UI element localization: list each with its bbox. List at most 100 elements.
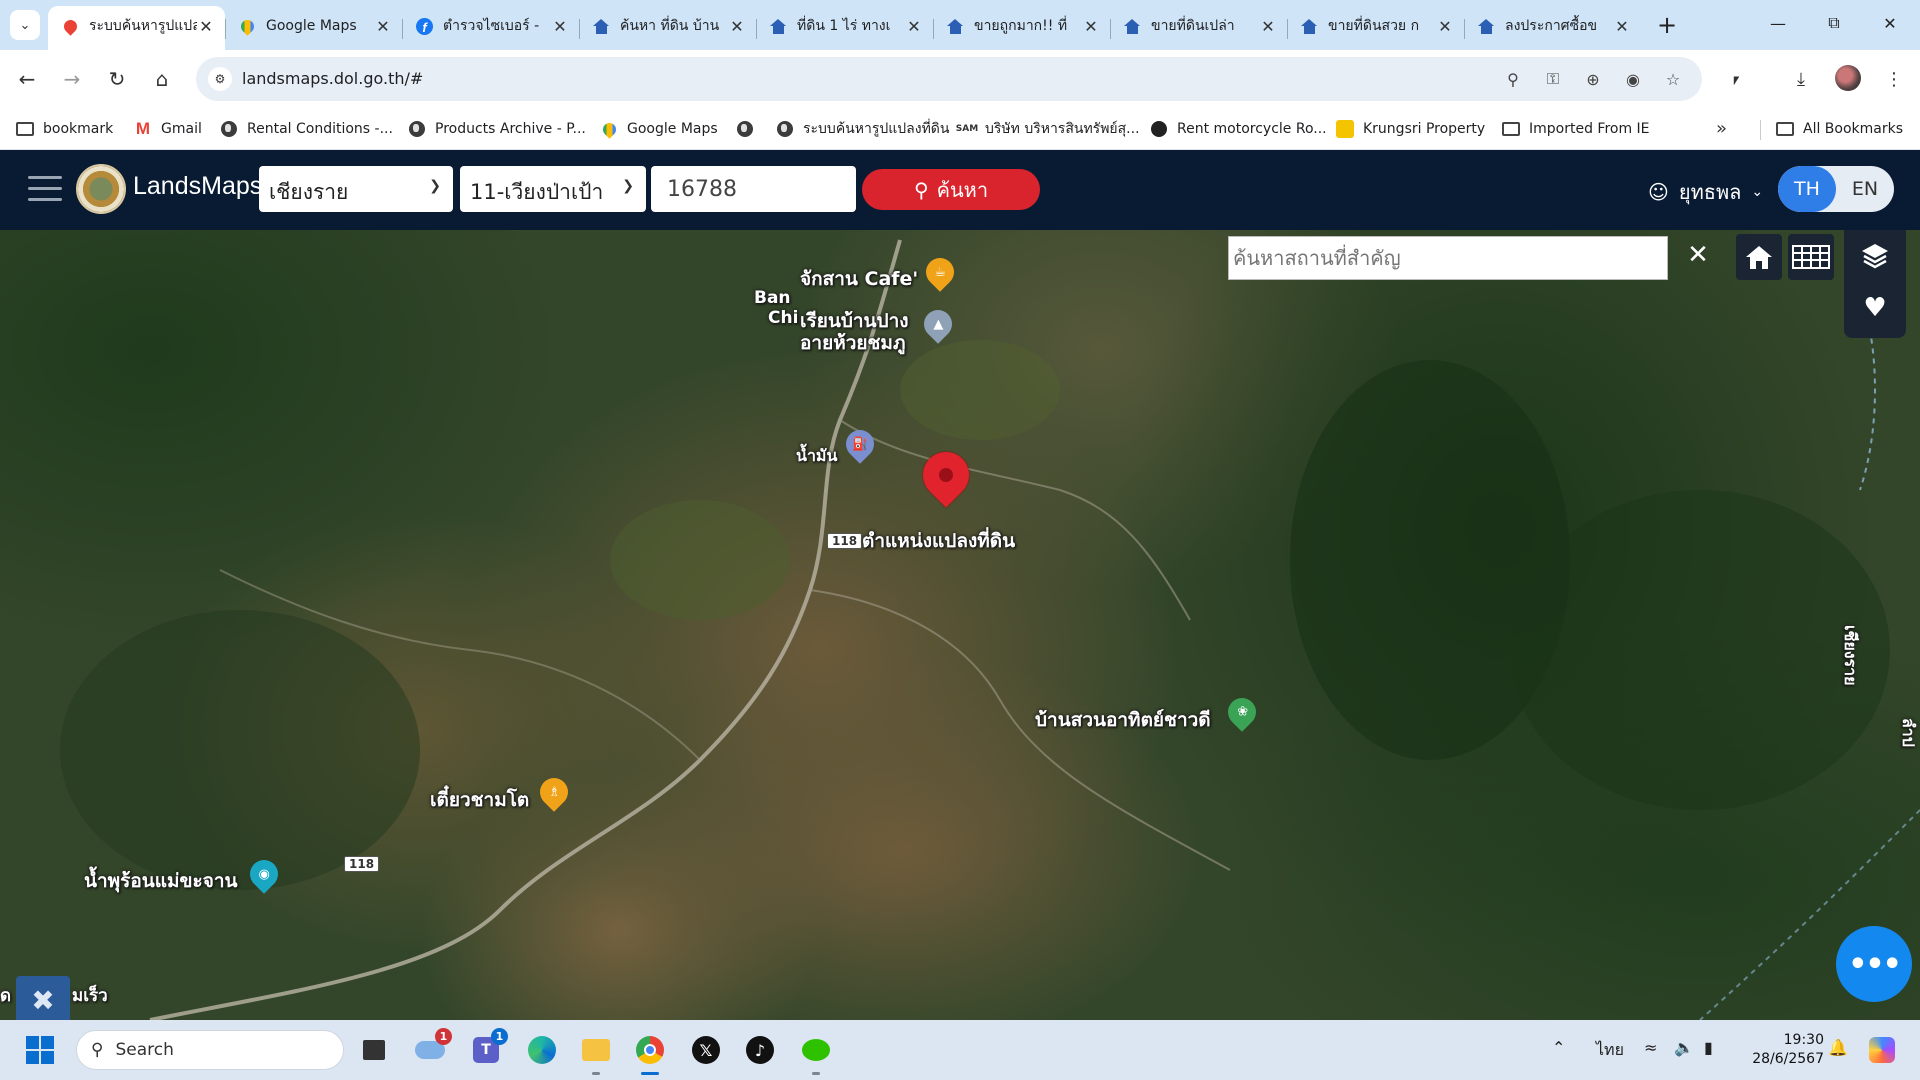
user-menu[interactable]: ☺ ยุทธพล ⌄ bbox=[1648, 176, 1763, 208]
language-toggle: TH EN bbox=[1778, 166, 1894, 212]
layers-icon[interactable] bbox=[1859, 240, 1891, 272]
eye-off-icon[interactable]: ◉ bbox=[1622, 68, 1644, 90]
windows-start-icon[interactable] bbox=[20, 1030, 60, 1070]
site-info-icon[interactable]: ⚙ bbox=[208, 67, 232, 91]
reload-button[interactable]: ↻ bbox=[100, 62, 134, 96]
globe-icon bbox=[408, 120, 426, 138]
url-text[interactable]: landsmaps.dol.go.th/# bbox=[242, 69, 423, 88]
password-key-icon[interactable]: ⚿ bbox=[1542, 68, 1564, 90]
house-icon bbox=[947, 18, 964, 35]
close-icon[interactable]: ✕ bbox=[1259, 17, 1277, 36]
bookmark-imported[interactable]: Imported From IE bbox=[1502, 116, 1650, 142]
bookmark-google-maps[interactable]: Google Maps bbox=[599, 116, 718, 142]
parcel-number-input[interactable] bbox=[651, 166, 856, 212]
lang-en-button[interactable]: EN bbox=[1836, 166, 1894, 212]
home-button[interactable]: ⌂ bbox=[145, 62, 179, 96]
weather-icon[interactable]: 1 bbox=[410, 1028, 452, 1070]
copilot-icon[interactable] bbox=[1862, 1030, 1902, 1070]
star-bookmark-icon[interactable]: ☆ bbox=[1662, 68, 1684, 90]
wifi-icon[interactable]: ≈ bbox=[1644, 1038, 1657, 1057]
chat-more-button[interactable]: ••• bbox=[1836, 926, 1912, 1002]
x-twitter-icon[interactable]: 𝕏 bbox=[686, 1030, 726, 1070]
minimize-button[interactable]: — bbox=[1750, 0, 1806, 46]
search-icon: ⚲ bbox=[913, 177, 929, 202]
clear-search-icon[interactable]: ✕ bbox=[1683, 240, 1713, 270]
download-icon[interactable]: ⤓ bbox=[1785, 63, 1817, 95]
search-button[interactable]: ⚲ ค้นหา bbox=[862, 169, 1040, 210]
close-icon[interactable]: ✕ bbox=[551, 17, 569, 36]
profile-avatar[interactable] bbox=[1835, 65, 1861, 91]
lang-th-button[interactable]: TH bbox=[1778, 166, 1836, 212]
tiktok-icon[interactable]: ♪ bbox=[740, 1030, 780, 1070]
address-bar[interactable]: ⚙ landsmaps.dol.go.th/# ⚲ ⚿ ⊕ ◉ ☆ bbox=[196, 57, 1702, 101]
map-label-cafe: จักสาน Cafe' bbox=[800, 268, 919, 290]
edge-icon[interactable] bbox=[522, 1030, 562, 1070]
bookmark-krungsri[interactable]: Krungsri Property bbox=[1336, 116, 1485, 142]
tab-property-2[interactable]: ที่ดิน 1 ไร่ ทางเ ✕ bbox=[756, 6, 933, 50]
restore-button[interactable]: ⧉ bbox=[1806, 0, 1862, 46]
taskbar-search[interactable]: ⚲ Search bbox=[76, 1030, 344, 1070]
chrome-icon[interactable] bbox=[630, 1030, 670, 1075]
task-view-icon[interactable] bbox=[354, 1030, 394, 1070]
bookmark-globe[interactable] bbox=[736, 116, 763, 142]
system-clock[interactable]: 19:30 28/6/2567 bbox=[1736, 1031, 1824, 1069]
close-icon[interactable]: ✕ bbox=[1082, 17, 1100, 36]
more-bookmarks-icon[interactable]: » bbox=[1716, 118, 1727, 139]
home-icon[interactable] bbox=[1736, 234, 1782, 280]
close-icon[interactable]: ✕ bbox=[1613, 17, 1631, 36]
folder-icon bbox=[1776, 120, 1794, 138]
tab-search-dropdown-icon[interactable]: ⌄ bbox=[10, 10, 40, 40]
tray-chevron-up-icon[interactable]: ⌃ bbox=[1552, 1038, 1565, 1057]
tab-landsmaps[interactable]: ระบบค้นหารูปแปลงที่ดิน ✕ bbox=[48, 6, 225, 50]
battery-icon[interactable]: ▮ bbox=[1704, 1038, 1713, 1057]
close-icon[interactable]: ✕ bbox=[1436, 17, 1454, 36]
tab-facebook[interactable]: f ตำรวจไซเบอร์ - ✕ bbox=[402, 6, 579, 50]
forward-button[interactable]: → bbox=[55, 62, 89, 96]
volume-icon[interactable]: 🔈 bbox=[1674, 1038, 1694, 1057]
tab-property-1[interactable]: ค้นหา ที่ดิน บ้าน ✕ bbox=[579, 6, 756, 50]
notification-bell-icon[interactable]: 🔔 bbox=[1828, 1038, 1848, 1057]
close-icon[interactable]: ✕ bbox=[905, 17, 923, 36]
tab-property-3[interactable]: ขายถูกมาก!! ที่ ✕ bbox=[933, 6, 1110, 50]
grid-icon[interactable] bbox=[1788, 234, 1834, 280]
tab-property-5[interactable]: ขายที่ดินสวย ก ✕ bbox=[1287, 6, 1464, 50]
close-icon[interactable]: ✕ bbox=[197, 17, 215, 36]
district-select[interactable]: 11-เวียงป่าเป้า ❯ bbox=[460, 166, 646, 212]
place-search-input[interactable] bbox=[1228, 236, 1668, 280]
bookmark-sam[interactable]: SAM บริษัท บริหารสินทรัพย์สุ... bbox=[956, 116, 1140, 142]
heart-icon[interactable]: ♥ bbox=[1859, 292, 1891, 324]
bookmark-label: ระบบค้นหารูปแปลงที่ดิน bbox=[803, 121, 950, 137]
bookmark-folder[interactable]: bookmark bbox=[16, 116, 113, 142]
input-language[interactable]: ไทย bbox=[1596, 1038, 1624, 1063]
bookmark-rental[interactable]: Rental Conditions -... bbox=[220, 116, 393, 142]
road-shield-118: 118 bbox=[827, 533, 863, 549]
wechat-icon[interactable] bbox=[796, 1030, 836, 1075]
hamburger-menu-icon[interactable] bbox=[28, 176, 62, 204]
satellite-map[interactable]: จักสาน Cafe' ☕ Ban Chi เรียนบ้านปาง อายห… bbox=[0, 230, 1920, 1020]
map-label-garden: บ้านสวนอาทิตย์ชาวดี bbox=[1035, 709, 1211, 731]
measure-tool-icon[interactable]: ✖ bbox=[16, 976, 70, 1020]
zoom-icon[interactable]: ⊕ bbox=[1582, 68, 1604, 90]
location-icon[interactable]: ⚲ bbox=[1502, 68, 1524, 90]
close-icon[interactable]: ✕ bbox=[374, 17, 392, 36]
back-button[interactable]: ← bbox=[10, 62, 44, 96]
menu-kebab-icon[interactable]: ⋮ bbox=[1878, 63, 1910, 95]
close-icon[interactable]: ✕ bbox=[728, 17, 746, 36]
bookmark-label: Rental Conditions -... bbox=[247, 121, 393, 137]
map-label-bottom-left: ด bbox=[0, 986, 12, 1006]
tab-property-4[interactable]: ขายที่ดินเปล่า ✕ bbox=[1110, 6, 1287, 50]
teams-icon[interactable]: T 1 bbox=[466, 1028, 508, 1070]
new-tab-button[interactable]: + bbox=[1652, 10, 1682, 40]
file-explorer-icon[interactable] bbox=[576, 1030, 616, 1075]
bookmark-products[interactable]: Products Archive - P... bbox=[408, 116, 586, 142]
bookmark-motorcycle[interactable]: Rent motorcycle Ro... bbox=[1150, 116, 1327, 142]
close-window-button[interactable]: ✕ bbox=[1862, 0, 1918, 46]
running-indicator bbox=[641, 1072, 659, 1075]
extensions-icon[interactable]: ⎖ bbox=[1720, 63, 1752, 95]
tab-property-6[interactable]: ลงประกาศซื้อข ✕ bbox=[1464, 6, 1641, 50]
all-bookmarks[interactable]: All Bookmarks bbox=[1776, 116, 1903, 142]
province-select[interactable]: เชียงราย ❯ bbox=[259, 166, 453, 212]
bookmark-gmail[interactable]: M Gmail bbox=[134, 116, 202, 142]
tab-google-maps[interactable]: Google Maps ✕ bbox=[225, 6, 402, 50]
bookmark-landsmaps[interactable]: ระบบค้นหารูปแปลงที่ดิน bbox=[776, 116, 949, 142]
